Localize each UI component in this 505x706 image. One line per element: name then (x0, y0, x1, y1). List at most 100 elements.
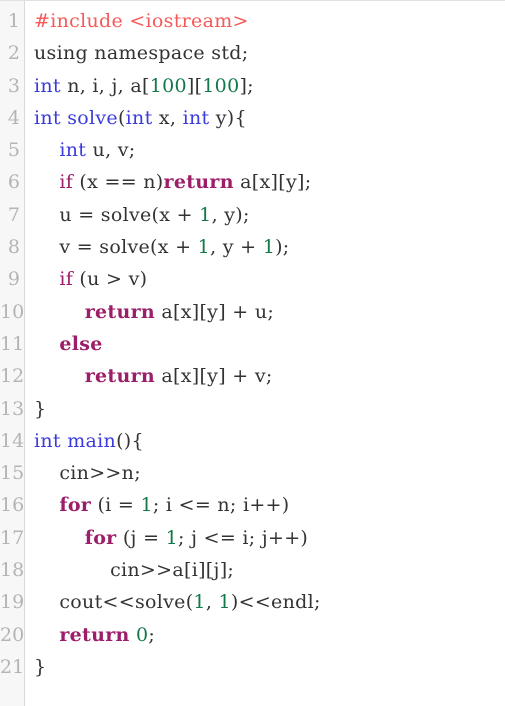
code-token: #include <iostream> (34, 10, 249, 32)
code-token: solve (67, 106, 118, 129)
code-line[interactable]: 14 int main(){ (0, 425, 505, 457)
code-token: , y); (211, 203, 250, 226)
code-token: for (84, 526, 117, 549)
code-line[interactable]: 2 using namespace std; (0, 37, 505, 69)
code-editor[interactable]: 1 #include <iostream> 2 using namespace std… (0, 0, 505, 706)
code-line-content[interactable]: int solve(int x, int y){ (25, 102, 247, 134)
line-number: 5 (7, 139, 20, 162)
code-token: 1 (140, 494, 153, 517)
code-line[interactable]: 7 u = solve(x + 1, y); (0, 199, 505, 231)
line-number: 17 (0, 526, 25, 549)
line-number: 8 (7, 236, 20, 259)
code-token: ( (117, 106, 126, 129)
code-line[interactable]: 19 cout<<solve(1, 1)<<endl; (0, 586, 505, 618)
code-token: int (125, 106, 153, 129)
line-number: 6 (7, 171, 20, 194)
code-token: ][ (186, 74, 203, 97)
code-lines-container[interactable]: 1 #include <iostream> 2 using namespace std… (0, 1, 505, 683)
code-token: if (59, 171, 74, 194)
line-number: 12 (0, 365, 25, 388)
code-line-content[interactable]: int n, i, j, a[100][100]; (25, 70, 254, 102)
code-line[interactable]: 3 int n, i, j, a[100][100]; (0, 70, 505, 102)
code-line-content[interactable]: v = solve(x + 1, y + 1); (25, 231, 290, 263)
code-line-content[interactable]: for (j = 1; j <= i; j++) (25, 522, 308, 554)
line-number: 1 (7, 10, 20, 32)
code-token: a[x][y]; (233, 171, 312, 194)
code-token: int (34, 106, 61, 129)
line-number: 20 (0, 623, 25, 646)
code-line[interactable]: 5 int u, v; (0, 134, 505, 166)
code-token: using namespace std; (34, 42, 249, 65)
code-token: 1 (197, 236, 211, 259)
code-token: int (182, 106, 210, 129)
code-line[interactable]: 15 cin>>n; (0, 457, 505, 489)
code-token: ; i <= n; i++) (152, 494, 290, 517)
code-line[interactable]: 16 for (i = 1; i <= n; i++) (0, 489, 505, 521)
code-line-content[interactable]: } (25, 393, 46, 425)
code-token: return (163, 171, 234, 194)
line-number: 9 (7, 268, 20, 291)
code-line[interactable]: 8 v = solve(x + 1, y + 1); (0, 231, 505, 263)
code-line[interactable]: 13} (0, 393, 505, 425)
code-line-content[interactable]: return a[x][y] + u; (25, 296, 274, 328)
code-line-content[interactable]: using namespace std; (25, 37, 248, 69)
code-line[interactable]: 21} (0, 651, 505, 683)
code-line-content[interactable]: cin>>a[i][j]; (25, 554, 234, 586)
code-line-content[interactable]: u = solve(x + 1, y); (25, 199, 250, 231)
code-token: } (34, 655, 47, 678)
code-line-content[interactable]: if (u > v) (25, 263, 147, 295)
line-number: 7 (7, 203, 20, 226)
code-token: (u > v) (73, 268, 148, 291)
code-line[interactable]: 10 return a[x][y] + u; (0, 296, 505, 328)
code-token: (i = (91, 494, 141, 517)
code-token: y){ (209, 106, 247, 129)
code-line-content[interactable]: #include <iostream> (25, 5, 249, 37)
code-line-content[interactable]: else (25, 328, 103, 360)
code-token: (){ (116, 429, 144, 452)
code-line-content[interactable]: cin>>n; (25, 457, 141, 489)
code-token: if (59, 268, 74, 291)
line-number: 3 (7, 74, 20, 97)
code-token: 0 (136, 623, 149, 646)
code-line[interactable]: 9 if (u > v) (0, 263, 505, 295)
code-token: 1 (218, 591, 231, 614)
code-line-content[interactable]: for (i = 1; i <= n; i++) (25, 489, 290, 521)
code-token: 100 (202, 74, 240, 97)
code-line[interactable]: 6 if (x == n)return a[x][y]; (0, 166, 505, 198)
code-token: , y + (210, 236, 263, 259)
code-token: ]; (239, 74, 254, 97)
code-line-content[interactable]: cout<<solve(1, 1)<<endl; (25, 586, 321, 618)
code-line-content[interactable]: return 0; (25, 619, 155, 651)
code-token: (x == n) (73, 171, 164, 194)
code-line[interactable]: 20 return 0; (0, 619, 505, 651)
line-number: 10 (0, 300, 25, 323)
code-token: x, (152, 106, 183, 129)
code-line-content[interactable]: if (x == n)return a[x][y]; (25, 166, 311, 198)
line-number: 16 (0, 494, 25, 517)
code-line-content[interactable]: } (25, 651, 46, 683)
code-line[interactable]: 18 cin>>a[i][j]; (0, 554, 505, 586)
line-number: 14 (0, 429, 25, 452)
code-token: else (59, 332, 103, 355)
code-line-content[interactable]: int main(){ (25, 425, 144, 457)
code-token: ; (148, 623, 156, 646)
code-line[interactable]: 4 int solve(int x, int y){ (0, 102, 505, 134)
code-line[interactable]: 1 #include <iostream> (0, 5, 505, 37)
code-line-content[interactable]: int u, v; (25, 134, 136, 166)
code-token: n, i, j, a[ (60, 74, 150, 97)
code-line[interactable]: 12 return a[x][y] + v; (0, 360, 505, 392)
code-token: 1 (165, 526, 179, 549)
code-token: a[x][y] + u; (155, 300, 275, 323)
code-token: cin>>a[i][j]; (34, 559, 235, 582)
line-number: 4 (7, 106, 20, 129)
code-line-content[interactable]: return a[x][y] + v; (25, 360, 273, 392)
line-number: 2 (7, 42, 20, 65)
code-line[interactable]: 11 else (0, 328, 505, 360)
line-number: 11 (0, 332, 25, 355)
code-line[interactable]: 17 for (j = 1; j <= i; j++) (0, 522, 505, 554)
code-token: ); (275, 236, 290, 259)
